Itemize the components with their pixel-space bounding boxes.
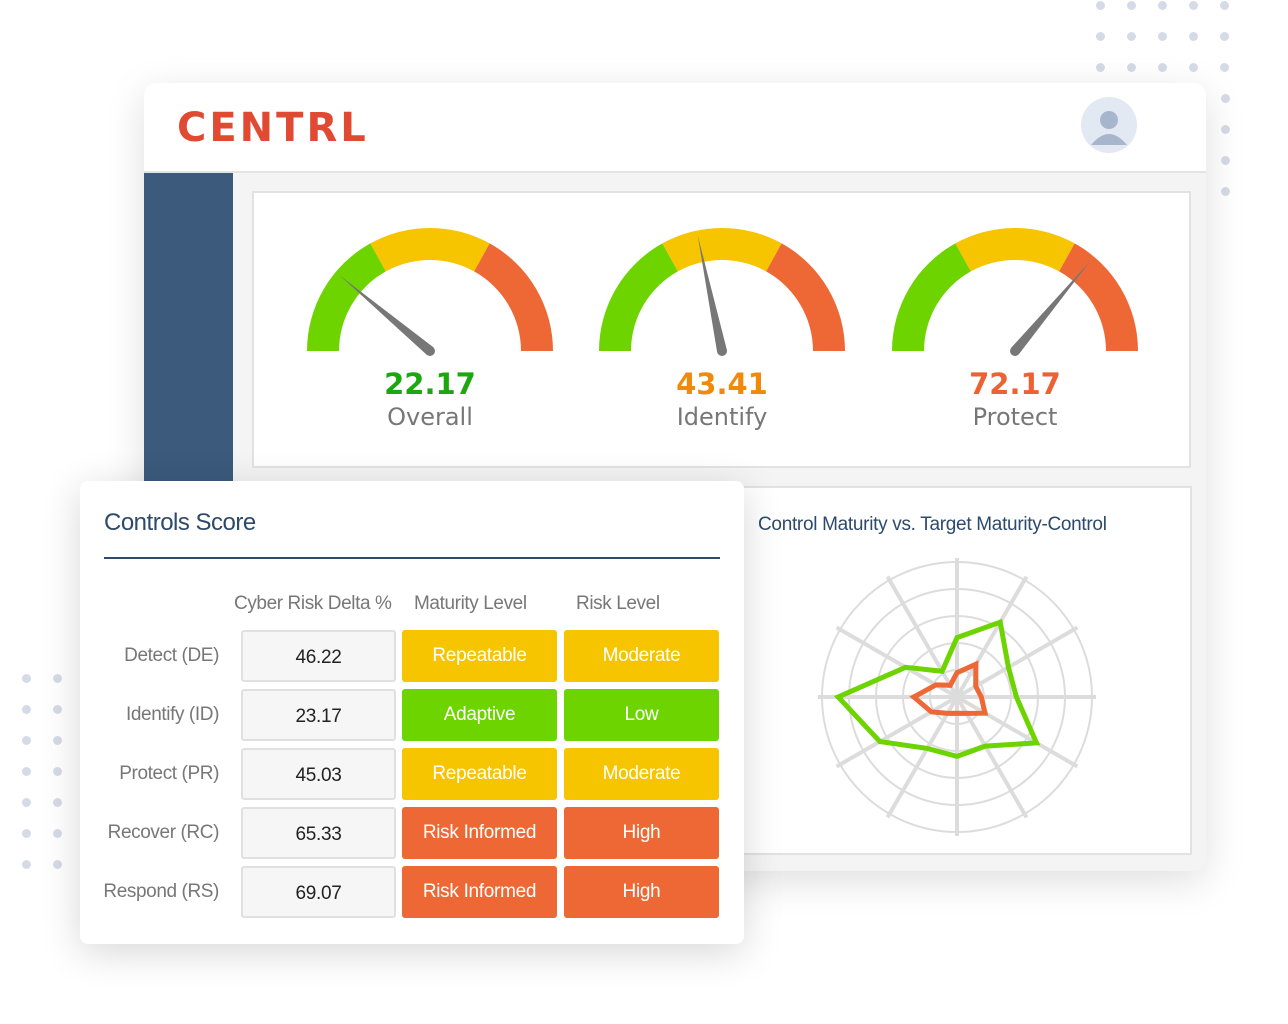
- gauge-arc-high: [1059, 243, 1138, 351]
- dot: [22, 767, 31, 776]
- radar-chart: [818, 558, 1096, 836]
- dot: [53, 736, 62, 745]
- gauge-needle-hub: [717, 346, 727, 356]
- delta-cell: 45.03: [241, 748, 396, 800]
- dot: [1220, 32, 1229, 41]
- gauge-needle-hub: [1010, 346, 1020, 356]
- gauge-dial: [307, 228, 553, 356]
- dot: [53, 798, 62, 807]
- delta-cell: 69.07: [241, 866, 396, 918]
- dot: [1220, 63, 1229, 72]
- gauge-arc-mid: [955, 228, 1075, 272]
- dot: [1221, 125, 1230, 134]
- centrl-logo: CENTRL: [177, 105, 369, 151]
- gauge-needle: [1011, 260, 1091, 355]
- gauge-arc-high: [766, 243, 845, 351]
- dot: [22, 829, 31, 838]
- delta-cell: 23.17: [241, 689, 396, 741]
- gauge-label: Overall: [387, 403, 473, 431]
- gauge-dial: [599, 228, 845, 356]
- dot: [1127, 1, 1136, 10]
- dot: [1221, 187, 1230, 196]
- maturity-badge: Risk Informed: [402, 866, 557, 918]
- divider: [104, 557, 720, 559]
- row-label: Identify (ID): [126, 704, 219, 725]
- dot: [53, 767, 62, 776]
- dot: [53, 705, 62, 714]
- gauge-arc-low: [599, 243, 678, 351]
- dot: [22, 674, 31, 683]
- maturity-badge: Adaptive: [402, 689, 557, 741]
- gauge-dial: [892, 228, 1138, 356]
- dot: [1096, 1, 1105, 10]
- dot: [1189, 1, 1198, 10]
- risk-badge: High: [564, 866, 719, 918]
- gauge-arc-low: [307, 243, 386, 351]
- row-label: Respond (RS): [103, 881, 219, 902]
- dot: [1220, 1, 1229, 10]
- risk-badge: Low: [564, 689, 719, 741]
- risk-badge: Moderate: [564, 630, 719, 682]
- row-label: Detect (DE): [124, 645, 219, 666]
- dot: [1189, 32, 1198, 41]
- risk-badge: Moderate: [564, 748, 719, 800]
- gauge-value: 43.41: [676, 367, 768, 401]
- gauge-value: 72.17: [969, 367, 1061, 401]
- dot: [53, 829, 62, 838]
- dot: [1127, 63, 1136, 72]
- gauge-needle-hub: [425, 346, 435, 356]
- gauge-needle: [339, 275, 434, 355]
- dot: [22, 705, 31, 714]
- column-header-delta: Cyber Risk Delta %: [234, 593, 392, 614]
- dot: [1127, 32, 1136, 41]
- dot: [1221, 94, 1230, 103]
- gauge-arc-low: [892, 243, 971, 351]
- risk-badge: High: [564, 807, 719, 859]
- dot: [1158, 1, 1167, 10]
- radar-chart-title: Control Maturity vs. Target Maturity-Con…: [758, 514, 1107, 535]
- dot: [1096, 32, 1105, 41]
- dot: [22, 798, 31, 807]
- gauge-overall: 22.17 Overall: [300, 213, 560, 443]
- dot: [1158, 63, 1167, 72]
- column-header-maturity: Maturity Level: [414, 593, 527, 614]
- radar-panel: Control Maturity vs. Target Maturity-Con…: [734, 486, 1192, 855]
- column-header-risk: Risk Level: [576, 593, 660, 614]
- gauge-protect: 72.17 Protect: [885, 213, 1145, 443]
- delta-cell: 65.33: [241, 807, 396, 859]
- dot: [22, 736, 31, 745]
- dot: [22, 860, 31, 869]
- dot: [1221, 156, 1230, 165]
- gauge-panel: 22.17 Overall 43.41 Identify 72.17 Prote…: [252, 191, 1191, 468]
- row-label: Protect (PR): [119, 763, 219, 784]
- delta-cell: 46.22: [241, 630, 396, 682]
- dot: [53, 860, 62, 869]
- row-label: Recover (RC): [107, 822, 220, 843]
- dot: [1158, 32, 1167, 41]
- radar-series-current: [833, 618, 1041, 760]
- gauge-arc-mid: [662, 228, 782, 272]
- gauge-label: Protect: [972, 403, 1058, 431]
- controls-score-card: Controls Score Cyber Risk Delta % Maturi…: [80, 481, 744, 944]
- maturity-badge: Repeatable: [402, 748, 557, 800]
- gauge-value: 22.17: [384, 367, 476, 401]
- dot: [1189, 63, 1198, 72]
- dot: [53, 674, 62, 683]
- maturity-badge: Risk Informed: [402, 807, 557, 859]
- card-title: Controls Score: [104, 509, 256, 536]
- app-header: CENTRL: [144, 83, 1206, 173]
- dot: [1096, 63, 1105, 72]
- gauge-label: Identify: [676, 403, 768, 431]
- gauge-identify: 43.41 Identify: [592, 213, 852, 443]
- user-avatar-icon[interactable]: [1081, 97, 1137, 153]
- gauge-arc-mid: [370, 228, 490, 272]
- gauge-arc-high: [474, 243, 553, 351]
- maturity-badge: Repeatable: [402, 630, 557, 682]
